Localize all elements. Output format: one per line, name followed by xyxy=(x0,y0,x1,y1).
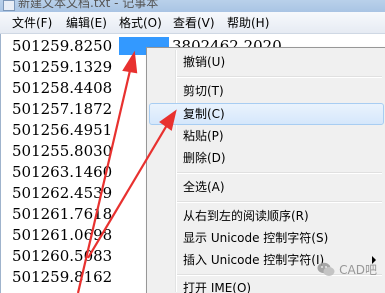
menu-item-label: 剪切(T) xyxy=(183,84,224,98)
text-line: 501255.8030 xyxy=(12,142,113,160)
watermark-text: CAD吧 xyxy=(339,262,377,277)
menu-separator xyxy=(177,172,382,174)
text-line: 501259.8162 xyxy=(12,268,113,286)
context-menu: 撤销(U) 剪切(T) 复制(C) 粘贴(P) 删除(D) 全选(A) 从右到左… xyxy=(146,47,385,293)
menu-item-label: 粘贴(P) xyxy=(183,129,224,143)
menu-item-label: 全选(A) xyxy=(183,180,225,194)
menu-item-delete[interactable]: 删除(D) xyxy=(149,147,384,169)
text-line: 501259.8250 xyxy=(12,37,113,55)
menu-item-rtl-reading[interactable]: 从右到左的阅读顺序(R) xyxy=(149,205,384,227)
window-title: 新建文本文档.txt - 记事本 xyxy=(18,0,159,10)
title-bar: 新建文本文档.txt - 记事本 xyxy=(0,0,385,12)
menu-item-select-all[interactable]: 全选(A) xyxy=(149,176,384,198)
menu-item-label: 撤销(U) xyxy=(183,55,226,69)
menu-item-label: 打开 IME(O) xyxy=(183,281,252,293)
wechat-icon xyxy=(317,262,335,276)
text-line: 501256.4951 xyxy=(12,121,113,139)
menu-format[interactable]: 格式(O) xyxy=(119,15,162,31)
menu-item-copy[interactable]: 复制(C) xyxy=(149,103,384,125)
menu-help[interactable]: 帮助(H) xyxy=(227,15,269,31)
text-line: 501259.1329 xyxy=(12,58,113,76)
text-line: 501262.4539 xyxy=(12,184,113,202)
text-line: 501257.1872 xyxy=(12,100,113,118)
text-line: 501260.5083 xyxy=(12,247,113,265)
menu-item-show-unicode[interactable]: 显示 Unicode 控制字符(S) xyxy=(149,227,384,249)
text-line: 501258.4408 xyxy=(12,79,113,97)
text-line: 501261.7618 xyxy=(12,205,113,223)
menu-item-label: 从右到左的阅读顺序(R) xyxy=(183,209,309,223)
text-line: 501261.0698 xyxy=(12,226,113,244)
menu-item-label: 删除(D) xyxy=(183,151,226,165)
menu-item-undo[interactable]: 撤销(U) xyxy=(149,51,384,73)
menu-item-label: 插入 Unicode 控制字符(I) xyxy=(183,253,325,267)
menu-edit[interactable]: 编辑(E) xyxy=(66,15,107,31)
menu-item-open-ime[interactable]: 打开 IME(O) xyxy=(149,277,384,293)
menu-file[interactable]: 文件(F) xyxy=(12,15,52,31)
menu-separator xyxy=(177,76,382,78)
menu-separator xyxy=(177,201,382,203)
text-line: 501263.1460 xyxy=(12,163,113,181)
menu-item-paste[interactable]: 粘贴(P) xyxy=(149,125,384,147)
menu-item-label: 复制(C) xyxy=(183,107,225,121)
menu-bar: 文件(F) 编辑(E) 格式(O) 查看(V) 帮助(H) xyxy=(0,12,385,34)
notepad-window: 新建文本文档.txt - 记事本 文件(F) 编辑(E) 格式(O) 查看(V)… xyxy=(0,0,385,293)
notepad-icon xyxy=(3,0,15,11)
watermark: CAD吧 xyxy=(317,259,377,279)
menu-view[interactable]: 查看(V) xyxy=(173,15,215,31)
menu-item-label: 显示 Unicode 控制字符(S) xyxy=(183,231,329,245)
menu-item-cut[interactable]: 剪切(T) xyxy=(149,80,384,102)
